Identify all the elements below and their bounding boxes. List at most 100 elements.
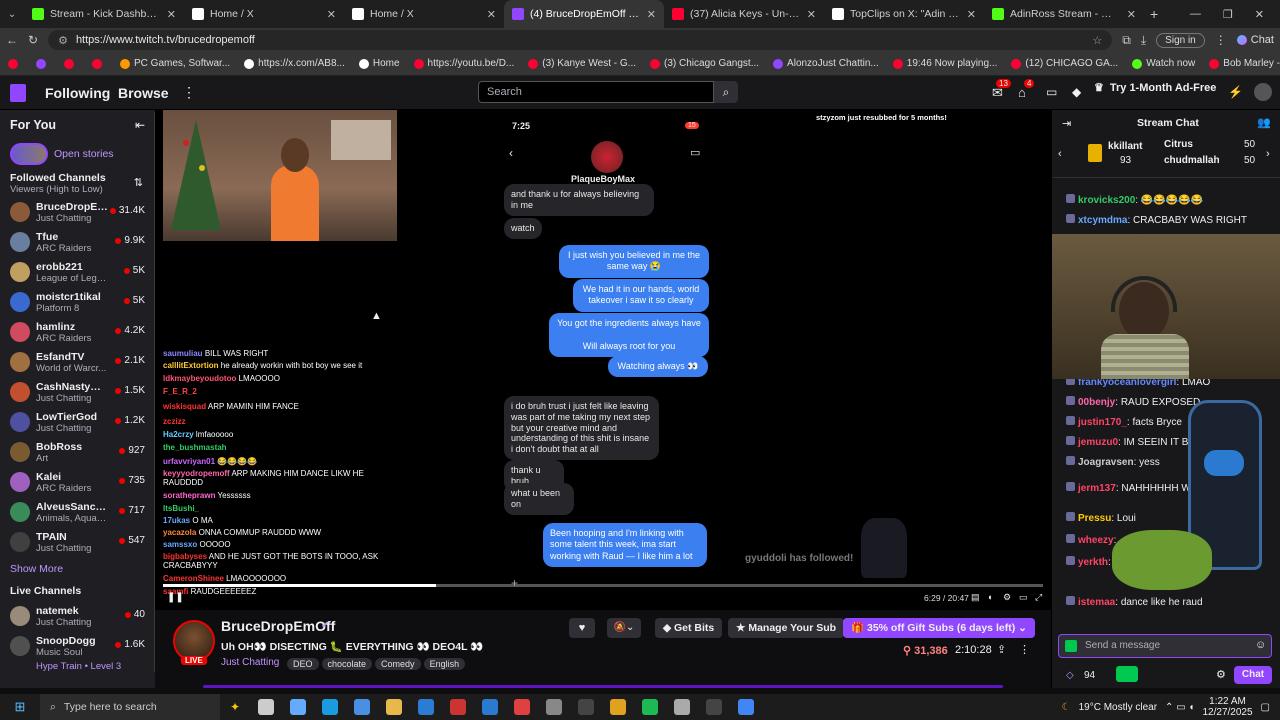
chat-username[interactable]: Joagravsen	[1078, 457, 1134, 468]
chat-username[interactable]: krovicks200	[1078, 195, 1135, 206]
sidebar-channel[interactable]: AlveusSanctuary Animals, Aquari... 717	[0, 497, 155, 527]
fullscreen-icon[interactable]: ⤢	[1035, 592, 1042, 603]
sidebar-channel[interactable]: TPAIN Just Chatting 547	[0, 527, 155, 557]
search-input[interactable]: Search	[478, 81, 714, 103]
bookmark-item[interactable]: Watch now	[1132, 58, 1195, 69]
clock-time[interactable]: 1:22 AM	[1202, 696, 1252, 707]
seek-bar[interactable]	[163, 584, 1043, 587]
site-info-icon[interactable]: ⚙	[58, 34, 68, 47]
sort-icon[interactable]: ⇅	[134, 176, 143, 189]
tray-icons[interactable]: ⌃ ▭ ◖	[1165, 702, 1194, 713]
bookmark-item[interactable]: PC Games, Softwar...	[120, 58, 230, 69]
theatre-mode-icon[interactable]: ▭	[1019, 592, 1028, 603]
captions-icon[interactable]: ▤	[971, 592, 980, 603]
volume-icon[interactable]: ◖	[987, 592, 992, 602]
close-tab-icon[interactable]: ✕	[967, 8, 976, 21]
bookmark-item[interactable]: (12) CHICAGO GA...	[1011, 58, 1118, 69]
clock-date[interactable]: 12/27/2025	[1202, 707, 1252, 718]
chat-username[interactable]: Pressu	[1078, 513, 1111, 524]
url-box[interactable]: ⚙ https://www.twitch.tv/brucedropemoff ☆	[48, 30, 1113, 50]
sidebar-channel[interactable]: natemek Just Chatting 40	[0, 601, 155, 631]
search-button[interactable]: ⌕	[714, 81, 738, 103]
prime-icon[interactable]: ⚡	[1228, 85, 1243, 99]
browser-tab[interactable]: TopClips on X: "Adin Ross defend ✕	[824, 0, 984, 28]
sidebar-channel[interactable]: SnoopDogg Music Soul 1.6K	[0, 631, 155, 661]
bookmark-star-icon[interactable]: ☆	[1092, 34, 1102, 47]
collapse-chat-icon[interactable]: ⇥	[1062, 117, 1071, 130]
app-icon[interactable]	[578, 699, 594, 715]
notification-center-icon[interactable]: ▢	[1261, 702, 1270, 713]
follow-heart-button[interactable]: ♥	[569, 618, 595, 638]
obs-icon[interactable]	[706, 699, 722, 715]
bookmark-item[interactable]: (3) Chicago Gangst...	[650, 58, 759, 69]
bookmark-item[interactable]: Bob Marley - Waiti...	[1209, 58, 1280, 69]
copilot-app-icon[interactable]	[290, 699, 306, 715]
app-icon[interactable]	[546, 699, 562, 715]
collapse-sidebar-icon[interactable]: ⇤	[135, 118, 145, 132]
video-player[interactable]: saumuliau BILL WAS RIGHT calllitExtortion…	[155, 110, 1051, 610]
more-menu-icon[interactable]: ⋮	[1215, 33, 1227, 47]
gift-subs-button[interactable]: 🎁 35% off Gift Subs (6 days left) ⌄	[843, 618, 1035, 638]
sidebar-channel[interactable]: hamlinz ARC Raiders 4.2K	[0, 317, 155, 347]
sidebar-channel[interactable]: BruceDropEm... Just Chatting 31.4K	[0, 197, 155, 227]
notifications-toggle-button[interactable]: 🔕⌄	[607, 618, 641, 638]
extensions-icon[interactable]: ⧉	[1122, 33, 1131, 48]
copilot-chat-button[interactable]: Chat	[1236, 34, 1274, 46]
close-tab-icon[interactable]: ✕	[647, 8, 656, 21]
stream-tag[interactable]: DEO	[287, 658, 319, 670]
sidebar-channel[interactable]: EsfandTV World of Warcr... 2.1K	[0, 347, 155, 377]
bookmark-item[interactable]: AlonzoJust Chattin...	[773, 58, 879, 69]
inbox-icon[interactable]: ✉ 13	[992, 79, 1011, 101]
more-nav-icon[interactable]: ⋮	[182, 84, 196, 101]
whispers-icon[interactable]: ▭	[1046, 85, 1057, 99]
app-icon[interactable]	[674, 699, 690, 715]
following-link[interactable]: Following	[45, 85, 110, 101]
open-stories-link[interactable]: Open stories	[54, 148, 114, 160]
share-icon[interactable]: ⇪	[997, 643, 1006, 656]
emote-picker-icon[interactable]: ☺	[1255, 639, 1266, 651]
chrome-icon[interactable]	[738, 699, 754, 715]
notifications-icon[interactable]: ⌂ 4	[1018, 79, 1035, 100]
close-tab-icon[interactable]: ✕	[327, 8, 336, 21]
browser-tab[interactable]: Home / X ✕	[344, 0, 504, 28]
sidebar-channel[interactable]: erobb221 League of Lege... 5K	[0, 257, 155, 287]
open-stories-row[interactable]: Open stories	[0, 140, 155, 168]
settings-icon[interactable]: ⚙	[1003, 592, 1011, 603]
manage-sub-button[interactable]: ★ Manage Your Sub	[728, 618, 845, 638]
info-scrollbar[interactable]	[203, 685, 1003, 688]
channel-points-icon[interactable]: ◇	[1066, 670, 1074, 681]
maximize-icon[interactable]: ❐	[1223, 8, 1233, 21]
stream-tag[interactable]: chocolate	[321, 658, 373, 670]
browser-tab[interactable]: (37) Alicia Keys - Un-thinkable (I'm ✕	[664, 0, 824, 28]
get-bits-button[interactable]: ◆ Get Bits	[655, 618, 723, 638]
browser-tab[interactable]: (4) BruceDropEmOff - Twitch ✕	[504, 0, 664, 28]
chat-username[interactable]: wheezy	[1078, 535, 1114, 546]
close-tab-icon[interactable]: ✕	[1127, 8, 1136, 21]
sidebar-channel[interactable]: CashNastyGam... Just Chatting 1.5K	[0, 377, 155, 407]
mail-icon[interactable]	[418, 699, 434, 715]
app-icon[interactable]	[514, 699, 530, 715]
chat-username[interactable]: jemuzu0	[1078, 437, 1118, 448]
chat-username[interactable]: justin170_	[1078, 417, 1127, 428]
bookmark-item[interactable]: https://x.com/AB8...	[244, 58, 345, 69]
app-icon[interactable]	[610, 699, 626, 715]
bookmark-item[interactable]	[92, 58, 106, 69]
channel-name[interactable]: BruceDropEmOff	[221, 618, 335, 634]
task-view-icon[interactable]	[258, 699, 274, 715]
reload-icon[interactable]: ↻	[28, 33, 38, 47]
browser-tab[interactable]: AdinRoss Stream - Watch Live on ✕	[984, 0, 1144, 28]
community-icon[interactable]: 👥	[1257, 116, 1271, 129]
leaderboard-next-icon[interactable]: ›	[1266, 148, 1270, 160]
sidebar-channel[interactable]: LowTierGod Just Chatting 1.2K	[0, 407, 155, 437]
ad-free-button[interactable]: ♛ Try 1-Month Ad-Free	[1094, 81, 1216, 95]
app-icon[interactable]	[482, 699, 498, 715]
tab-menu-icon[interactable]: ⌄	[0, 9, 24, 20]
minimize-icon[interactable]: —	[1190, 8, 1201, 21]
new-tab-button[interactable]: +	[1150, 6, 1158, 22]
bookmark-item[interactable]	[64, 58, 78, 69]
close-tab-icon[interactable]: ✕	[167, 8, 176, 21]
app-icon[interactable]	[450, 699, 466, 715]
twitch-logo-icon[interactable]	[10, 84, 26, 102]
bookmark-item[interactable]: https://youtu.be/D...	[413, 58, 514, 69]
chat-settings-icon[interactable]: ⚙	[1216, 668, 1226, 681]
